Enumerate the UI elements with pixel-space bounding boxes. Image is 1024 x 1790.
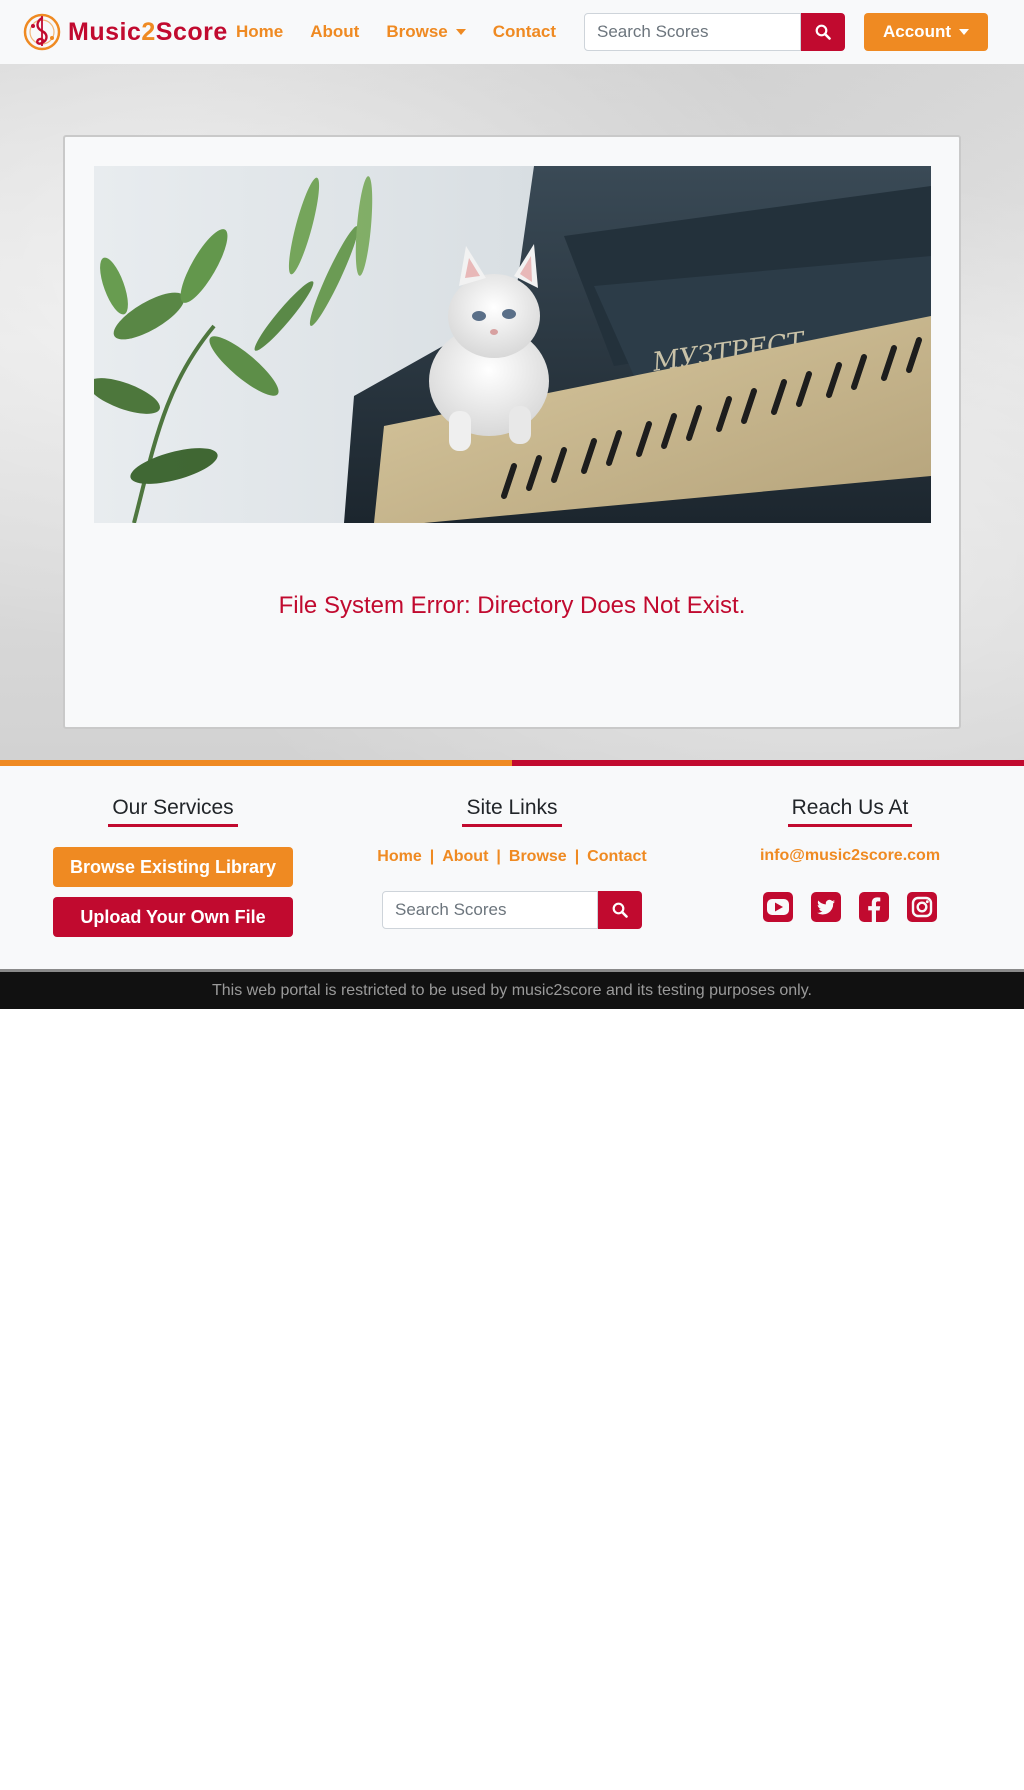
- navbar-search-form: [584, 13, 845, 51]
- footer-link-home[interactable]: Home: [377, 848, 421, 866]
- nav-home-link[interactable]: Home: [236, 22, 283, 42]
- search-icon: [612, 902, 628, 918]
- footer-search-button[interactable]: [598, 891, 642, 929]
- navbar-search-input[interactable]: [584, 13, 801, 51]
- navbar-search-button[interactable]: [801, 13, 845, 51]
- footer-contact-heading: Reach Us At: [787, 796, 913, 827]
- hero-background: МУЗТРЕСТ File System Error: Directory Do…: [0, 64, 1024, 760]
- link-separator: |: [429, 848, 435, 865]
- youtube-icon[interactable]: [762, 891, 794, 923]
- account-label: Account: [883, 22, 951, 41]
- footer-links-column: Site Links Home | About | Browse | Conta…: [342, 766, 682, 929]
- error-message: File System Error: Directory Does Not Ex…: [278, 592, 746, 619]
- account-dropdown-button[interactable]: Account: [864, 13, 988, 51]
- contact-email-link[interactable]: info@music2score.com: [760, 847, 940, 867]
- footer-search-form: [382, 891, 642, 929]
- twitter-icon[interactable]: [810, 891, 842, 923]
- nav-browse-label: Browse: [386, 22, 448, 41]
- chevron-down-icon: [455, 29, 466, 35]
- instagram-icon[interactable]: [906, 891, 938, 923]
- footer-link-contact[interactable]: Contact: [587, 848, 647, 866]
- upload-file-button[interactable]: Upload Your Own File: [53, 897, 293, 937]
- music-note-logo-icon: [23, 13, 61, 51]
- footer-disclaimer-bar: This web portal is restricted to be used…: [0, 969, 1024, 1009]
- brand-name-part3: Score: [155, 17, 228, 46]
- footer-links-heading: Site Links: [462, 796, 562, 827]
- chevron-down-icon: [959, 29, 969, 35]
- brand-name-part1: Music: [68, 17, 142, 46]
- footer-link-browse[interactable]: Browse: [509, 848, 567, 866]
- search-icon: [815, 24, 831, 40]
- footer-disclaimer-text: This web portal is restricted to be used…: [212, 981, 812, 999]
- brand-name: Music2Score: [68, 18, 228, 47]
- nav-about-link[interactable]: About: [310, 22, 359, 42]
- brand-logo-link[interactable]: Music2Score: [22, 12, 228, 52]
- social-links: [754, 891, 946, 923]
- main-nav: Home About Browse Contact: [236, 0, 583, 64]
- facebook-icon[interactable]: [858, 891, 890, 923]
- link-separator: |: [496, 848, 501, 865]
- navbar: Music2Score Home About Browse Contact Ac…: [0, 0, 1024, 64]
- nav-contact-link[interactable]: Contact: [493, 22, 556, 42]
- cat-on-piano-image: МУЗТРЕСТ: [94, 166, 931, 523]
- footer: Our Services Browse Existing Library Upl…: [0, 766, 1024, 969]
- footer-services-heading: Our Services: [108, 796, 238, 827]
- link-separator: |: [574, 848, 580, 865]
- error-card: МУЗТРЕСТ File System Error: Directory Do…: [63, 135, 961, 729]
- footer-contact-column: Reach Us At info@music2score.com: [680, 766, 1020, 923]
- footer-site-links: Home | About | Browse | Contact: [377, 847, 646, 867]
- footer-services-column: Our Services Browse Existing Library Upl…: [3, 766, 343, 937]
- brand-name-part2: 2: [141, 17, 156, 46]
- cat-piano-illustration: МУЗТРЕСТ: [94, 166, 931, 523]
- nav-browse-dropdown[interactable]: Browse: [386, 22, 466, 42]
- browse-library-button[interactable]: Browse Existing Library: [53, 847, 293, 887]
- footer-link-about[interactable]: About: [442, 848, 488, 866]
- footer-search-input[interactable]: [382, 891, 598, 929]
